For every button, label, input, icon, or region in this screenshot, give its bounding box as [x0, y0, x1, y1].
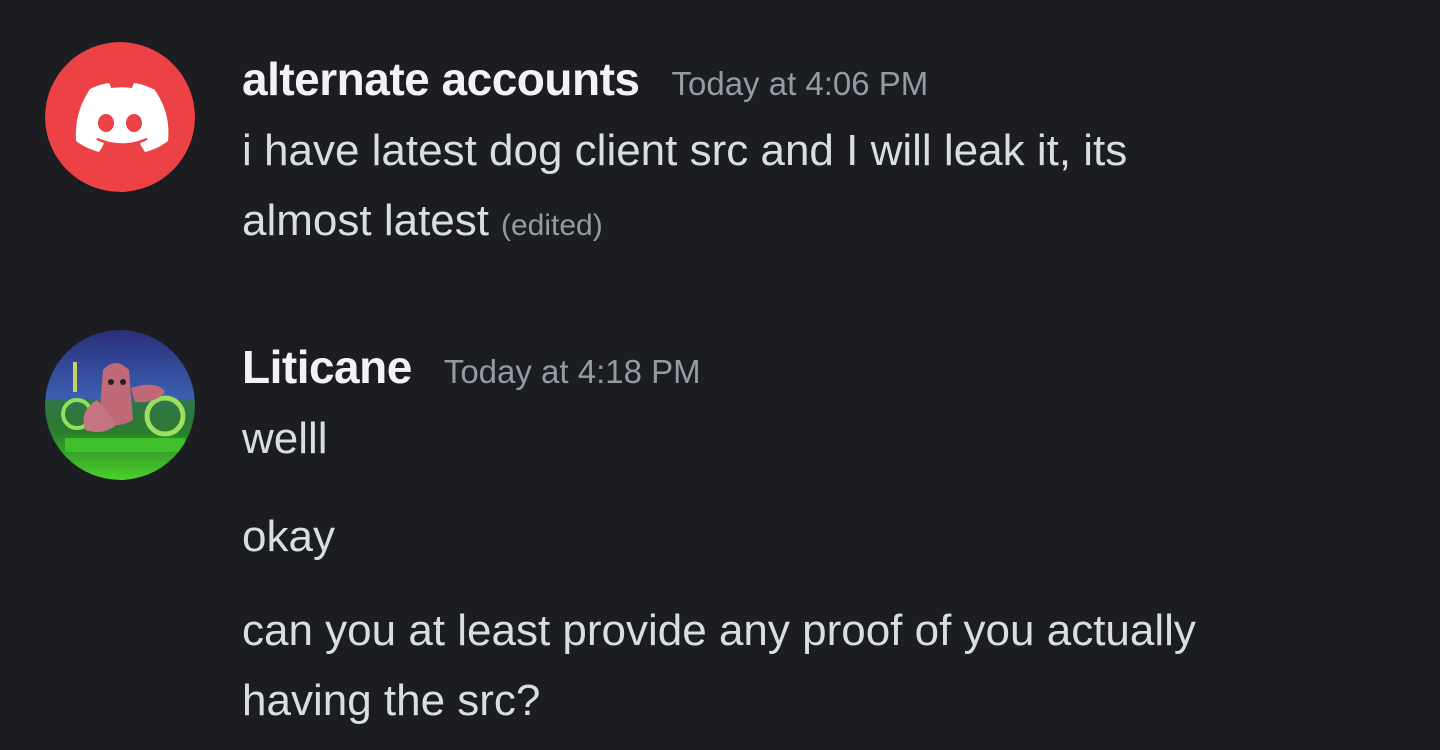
message-text: okay [242, 502, 1400, 572]
message-line: can you at least provide any proof of yo… [242, 606, 1196, 655]
message-header: Liticane Today at 4:18 PM [242, 340, 1400, 396]
username[interactable]: alternate accounts [242, 52, 640, 106]
message-text: welll [242, 404, 1400, 474]
timestamp: Today at 4:18 PM [443, 353, 701, 390]
edited-label: (edited) [500, 209, 603, 242]
message-text: i have latest dog client src and I will … [242, 116, 1400, 261]
message-line: okay [242, 512, 335, 561]
message-line: i have latest dog client src and I will … [242, 126, 1128, 175]
avatar[interactable] [45, 330, 195, 480]
message-line: having the src? [242, 676, 541, 725]
message-header: alternate accounts Today at 4:06 PM [242, 52, 1400, 108]
message-line-with-edited: almost latest (edited) [242, 186, 1400, 261]
username[interactable]: Liticane [242, 340, 412, 394]
message-line: almost latest [242, 196, 489, 245]
chat-messages: alternate accounts Today at 4:06 PM i ha… [0, 0, 1440, 750]
avatar[interactable] [45, 42, 195, 192]
cartoon-character-avatar-icon [45, 330, 195, 480]
message-text: can you at least provide any proof of yo… [242, 596, 1400, 736]
timestamp: Today at 4:06 PM [671, 65, 929, 102]
message-line: welll [242, 414, 328, 463]
discord-logo-icon [45, 42, 195, 192]
